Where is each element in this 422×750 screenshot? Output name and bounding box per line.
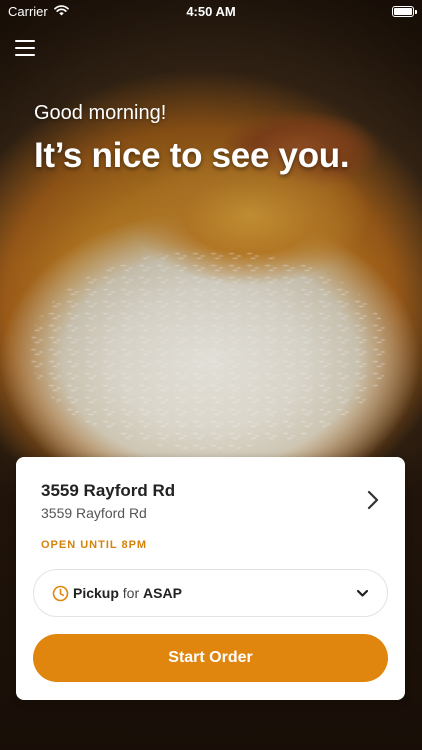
chevron-down-icon	[356, 589, 369, 598]
order-mode-text: Pickup for ASAP	[73, 585, 182, 601]
hamburger-menu-icon[interactable]	[15, 40, 35, 56]
order-mode-selector[interactable]: Pickup for ASAP	[33, 569, 388, 617]
greeting-text: Good morning!	[34, 102, 167, 124]
order-mode-connector: for	[122, 585, 140, 601]
chevron-right-icon	[367, 490, 379, 515]
order-card: 3559 Rayford Rd 3559 Rayford Rd OPEN UNT…	[16, 457, 405, 700]
battery-icon	[392, 5, 417, 17]
start-order-button[interactable]: Start Order	[33, 634, 388, 682]
hours-label: OPEN UNTIL 8PM	[41, 539, 148, 551]
carrier-label: Carrier	[8, 3, 48, 19]
status-time: 4:50 AM	[186, 3, 236, 19]
clock-icon	[52, 585, 69, 602]
location-address: 3559 Rayford Rd	[41, 505, 147, 521]
location-name: 3559 Rayford Rd	[41, 481, 176, 500]
status-bar: Carrier 4:50 AM	[0, 0, 422, 22]
wifi-icon	[53, 4, 69, 19]
order-mode-value: Pickup	[73, 585, 119, 601]
location-selector[interactable]: 3559 Rayford Rd 3559 Rayford Rd	[16, 457, 405, 533]
order-time-value: ASAP	[143, 585, 182, 601]
status-carrier-group: Carrier	[8, 4, 69, 19]
headline-text: It’s nice to see you.	[34, 136, 350, 175]
